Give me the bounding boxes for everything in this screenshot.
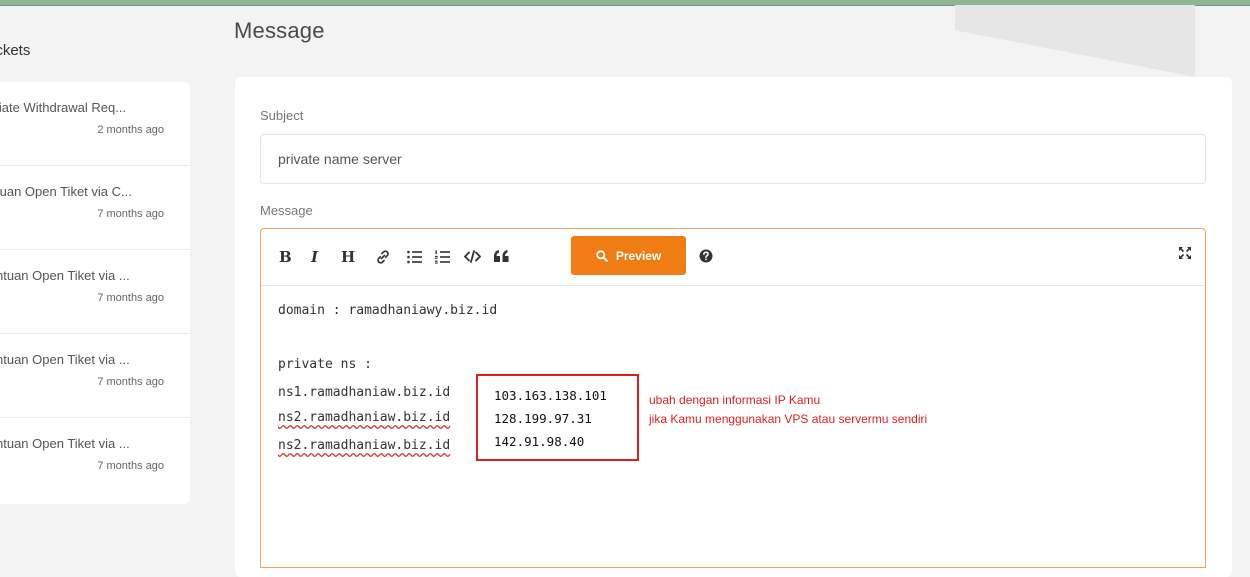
subject-label: Subject <box>260 108 304 123</box>
bold-button[interactable]: B <box>279 248 292 266</box>
annotation-note: ubah dengan informasi IP Kamu <box>649 393 821 407</box>
ticket-time: 7 months ago <box>97 376 164 388</box>
ticket-title: tuan Open Tiket via C... <box>0 184 132 199</box>
sidebar-title: ickets <box>0 42 31 59</box>
preview-button[interactable]: Preview <box>571 236 686 275</box>
ticket-title: ntuan Open Tiket via ... <box>0 436 130 451</box>
editor-line-ns1: ns1.ramadhaniaw.biz.id <box>278 385 451 400</box>
subject-input[interactable]: private name server <box>260 134 1206 184</box>
background-shape <box>955 5 1195 77</box>
message-label: Message <box>260 203 313 218</box>
italic-button[interactable]: I <box>311 248 318 266</box>
fullscreen-icon[interactable] <box>1178 246 1192 260</box>
ordered-list-icon[interactable] <box>435 250 450 264</box>
ticket-time: 2 months ago <box>97 124 164 136</box>
ticket-time: 7 months ago <box>97 292 164 304</box>
editor-line-private-ns: private ns : <box>278 357 372 372</box>
ticket-list: liate Withdrawal Req... 2 months ago tua… <box>0 82 190 504</box>
link-icon[interactable] <box>375 249 391 265</box>
ticket-item[interactable]: ntuan Open Tiket via ... 7 months ago <box>0 334 190 418</box>
ip-highlight-box: 103.163.138.101 128.199.97.31 142.91.98.… <box>476 374 639 461</box>
code-icon[interactable] <box>464 250 481 263</box>
ip-address: 128.199.97.31 <box>494 411 592 426</box>
quote-icon[interactable] <box>494 250 509 262</box>
editor-line-domain: domain : ramadhaniawy.biz.id <box>278 303 498 318</box>
ticket-item[interactable]: ntuan Open Tiket via ... 7 months ago <box>0 250 190 334</box>
ticket-time: 7 months ago <box>97 460 164 472</box>
ip-address: 103.163.138.101 <box>494 388 607 403</box>
ticket-title: liate Withdrawal Req... <box>0 100 127 115</box>
heading-button[interactable]: H <box>341 248 355 266</box>
preview-label: Preview <box>615 248 662 263</box>
annotation-note: jika Kamu menggunakan VPS atau servermu … <box>649 412 928 426</box>
editor-line-ns2: ns2.ramadhaniaw.biz.id <box>278 438 451 453</box>
help-icon[interactable] <box>699 249 713 263</box>
ticket-item[interactable]: tuan Open Tiket via C... 7 months ago <box>0 166 190 250</box>
page-title: Message <box>234 18 325 43</box>
ticket-item[interactable]: liate Withdrawal Req... 2 months ago <box>0 82 190 166</box>
ticket-item[interactable]: ntuan Open Tiket via ... 7 months ago <box>0 418 190 502</box>
editor-toolbar: B I H Preview <box>261 229 1205 286</box>
search-icon <box>596 249 608 262</box>
unordered-list-icon[interactable] <box>407 250 422 264</box>
ticket-time: 7 months ago <box>97 208 164 220</box>
editor-line-ns2: ns2.ramadhaniaw.biz.id <box>278 410 451 425</box>
ip-address: 142.91.98.40 <box>494 434 585 449</box>
ticket-title: ntuan Open Tiket via ... <box>0 352 130 367</box>
ticket-title: ntuan Open Tiket via ... <box>0 268 130 283</box>
